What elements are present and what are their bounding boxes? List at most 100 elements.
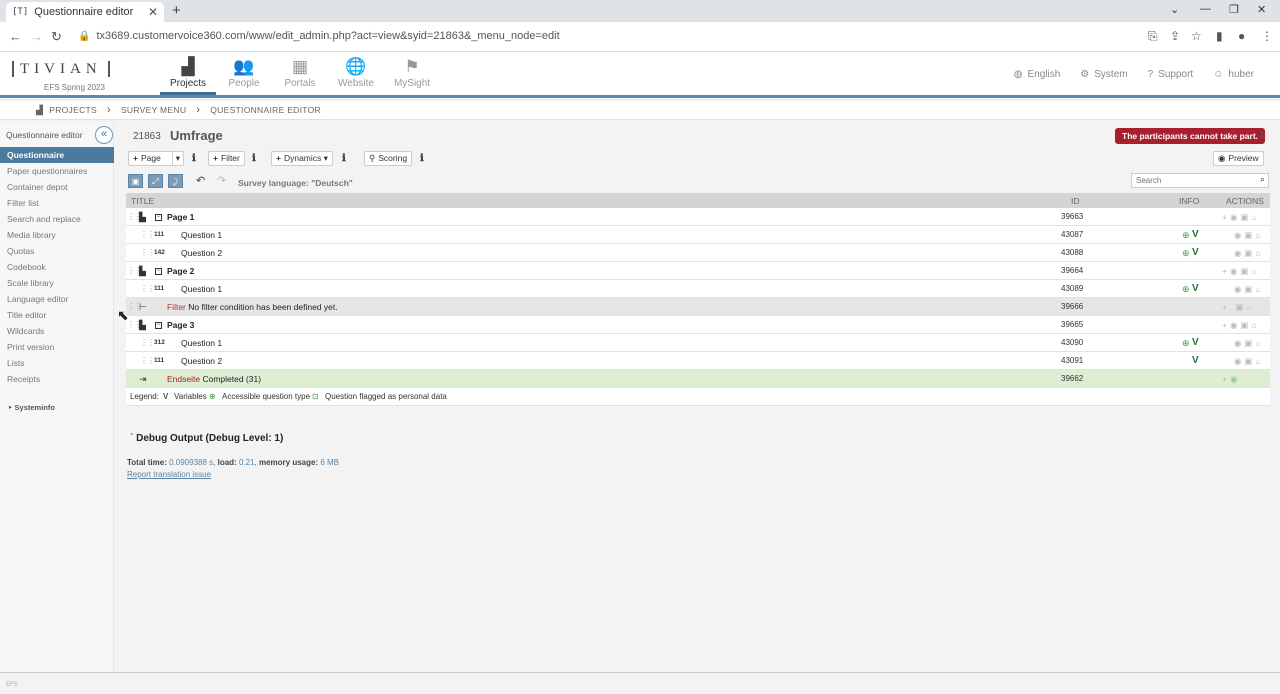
variables-icon[interactable]: V bbox=[1192, 247, 1199, 258]
drag-handle-icon[interactable]: ⋮⋮ bbox=[140, 248, 155, 257]
table-row[interactable]: ⋮⋮ 111 Question 1 43089 ⊕ V ◉▣⌂ bbox=[126, 280, 1270, 298]
profile-icon[interactable]: ● bbox=[1238, 29, 1245, 43]
support-menu[interactable]: ? Support bbox=[1148, 69, 1194, 80]
table-row[interactable]: ⋮⋮ 111 Question 2 43091 V ◉▣⌂ bbox=[126, 352, 1270, 370]
chevron-down-icon[interactable]: ⌄ bbox=[1170, 3, 1179, 16]
preview-button[interactable]: ◉ Preview bbox=[1213, 151, 1264, 166]
language-menu[interactable]: ◍ English bbox=[1014, 69, 1061, 80]
info-icon[interactable]: ℹ bbox=[192, 153, 196, 164]
systeminfo-toggle[interactable]: ‣ Systeminfo bbox=[8, 403, 55, 412]
search-input[interactable] bbox=[1132, 174, 1252, 187]
report-translation-link[interactable]: Report translation issue bbox=[127, 470, 211, 479]
row-actions[interactable]: + ▣⌂ bbox=[1222, 302, 1255, 313]
variables-icon[interactable]: V bbox=[1192, 229, 1199, 240]
question-label[interactable]: Question 1 bbox=[181, 230, 222, 240]
row-actions[interactable]: +◉▣⌂ bbox=[1222, 266, 1260, 277]
info-icon[interactable]: ℹ bbox=[1260, 130, 1264, 141]
collapse-sidebar-button[interactable]: « bbox=[95, 126, 113, 144]
debug-toggle[interactable]: ˙ Debug Output (Debug Level: 1) bbox=[130, 433, 283, 444]
sidebar-item-quotas[interactable]: Quotas bbox=[0, 243, 114, 259]
expand-icon[interactable]: ⤢ bbox=[148, 174, 163, 188]
variables-icon[interactable]: V bbox=[1192, 355, 1199, 366]
row-actions[interactable]: ◉▣⌂ bbox=[1234, 356, 1264, 367]
sidebar-item-container-depot[interactable]: Container depot bbox=[0, 179, 114, 195]
breadcrumb-survey-menu[interactable]: SURVEY MENU bbox=[121, 105, 186, 115]
sidebar-item-print-version[interactable]: Print version bbox=[0, 339, 114, 355]
share-icon[interactable]: ⇪ bbox=[1170, 29, 1180, 43]
row-actions[interactable]: +◉ bbox=[1222, 374, 1240, 385]
sidebar-item-questionnaire[interactable]: Questionnaire bbox=[0, 147, 114, 163]
reload-icon[interactable]: ↻ bbox=[51, 29, 62, 45]
collapse-icon[interactable]: − bbox=[155, 214, 162, 221]
add-page-button[interactable]: + Page ▾ bbox=[128, 151, 184, 166]
system-menu[interactable]: ⚙ System bbox=[1080, 69, 1127, 80]
table-row[interactable]: ⇥ Endseite Completed (31) 39662 +◉ bbox=[126, 370, 1270, 388]
question-label[interactable]: Question 2 bbox=[181, 248, 222, 258]
sidebar-item-scale-library[interactable]: Scale library bbox=[0, 275, 114, 291]
nav-projects[interactable]: ▟ Projects bbox=[160, 56, 216, 95]
row-actions[interactable]: +◉▣⌂ bbox=[1222, 212, 1260, 223]
table-row[interactable]: ⋮⋮ ▙ − Page 3 39665 +◉▣⌂ bbox=[126, 316, 1270, 334]
add-filter-button[interactable]: + Filter bbox=[208, 151, 245, 166]
close-window-icon[interactable]: ✕ bbox=[1257, 3, 1266, 16]
drag-handle-icon[interactable]: ⋮⋮ bbox=[140, 356, 155, 365]
row-actions[interactable]: ◉▣⌂ bbox=[1234, 338, 1264, 349]
table-row[interactable]: ⋮⋮ ▙ − Page 1 39663 +◉▣⌂ bbox=[126, 208, 1270, 226]
sidebar-item-lists[interactable]: Lists bbox=[0, 355, 114, 371]
collapse-icon[interactable]: − bbox=[155, 322, 162, 329]
restore-icon[interactable]: ❐ bbox=[1229, 3, 1239, 16]
menu-icon[interactable]: ⋮ bbox=[1261, 29, 1273, 43]
sidebar-item-language-editor[interactable]: Language editor bbox=[0, 291, 114, 307]
nav-portals[interactable]: ▦ Portals bbox=[272, 56, 328, 95]
info-icon[interactable]: ℹ bbox=[342, 153, 346, 164]
page-label[interactable]: Page 3 bbox=[167, 320, 194, 330]
sidebar-item-paper-questionnaires[interactable]: Paper questionnaires bbox=[0, 163, 114, 179]
drag-handle-icon[interactable]: ⋮⋮ bbox=[140, 284, 155, 293]
table-row[interactable]: ⋮⋮ 111 Question 1 43087 ⊕ V ◉▣⌂ bbox=[126, 226, 1270, 244]
nav-mysight[interactable]: ⚑ MySight bbox=[384, 56, 440, 95]
tivian-logo[interactable]: TIVIAN bbox=[12, 61, 110, 77]
search-icon[interactable]: ⌕ bbox=[1260, 174, 1265, 185]
close-icon[interactable]: ✕ bbox=[148, 5, 158, 19]
page-label[interactable]: Page 2 bbox=[167, 266, 194, 276]
table-row[interactable]: ⋮⋮ ▙ − Page 2 39664 +◉▣⌂ bbox=[126, 262, 1270, 280]
table-row[interactable]: ⋮⋮ ⊢ Filter No filter condition has been… bbox=[126, 298, 1270, 316]
end-page-label[interactable]: Endseite Completed (31) bbox=[167, 374, 261, 384]
forward-icon[interactable]: → bbox=[30, 29, 43, 44]
status-badge[interactable]: The participants cannot take part. bbox=[1115, 128, 1266, 144]
redo-icon[interactable]: ↷ bbox=[217, 174, 226, 187]
row-actions[interactable]: ◉▣⌂ bbox=[1234, 248, 1264, 259]
undo-icon[interactable]: ↶ bbox=[196, 174, 205, 187]
sidebar-item-wildcards[interactable]: Wildcards bbox=[0, 323, 114, 339]
new-tab-icon[interactable]: + bbox=[172, 2, 181, 19]
url-field[interactable]: 🔒 tx3689.customervoice360.com/www/edit_ad… bbox=[78, 30, 560, 42]
row-actions[interactable]: +◉▣⌂ bbox=[1222, 320, 1260, 331]
drag-handle-icon[interactable]: ⋮⋮ bbox=[140, 230, 155, 239]
browser-tab[interactable]: [T] Questionnaire editor ✕ bbox=[6, 2, 164, 22]
sidebar-item-filter-list[interactable]: Filter list bbox=[0, 195, 114, 211]
row-actions[interactable]: ◉▣⌂ bbox=[1234, 230, 1264, 241]
dynamics-dropdown[interactable]: + Dynamics ▾ bbox=[271, 151, 333, 166]
question-label[interactable]: Question 1 bbox=[181, 284, 222, 294]
sidebar-item-media-library[interactable]: Media library bbox=[0, 227, 114, 243]
filter-flow-icon[interactable]: ⤸ bbox=[168, 174, 183, 188]
variables-icon[interactable]: V bbox=[1192, 283, 1199, 294]
sidebar-item-title-editor[interactable]: Title editor bbox=[0, 307, 114, 323]
table-row[interactable]: ⋮⋮ 312 Question 1 43090 ⊕ V ◉▣⌂ bbox=[126, 334, 1270, 352]
sidepanel-icon[interactable]: ▮ bbox=[1216, 29, 1223, 43]
breadcrumb-projects[interactable]: PROJECTS bbox=[49, 105, 97, 115]
question-label[interactable]: Question 2 bbox=[181, 356, 222, 366]
page-label[interactable]: Page 1 bbox=[167, 212, 194, 222]
translate-icon[interactable]: ⎘ bbox=[1148, 29, 1158, 44]
user-menu[interactable]: ☺ huber bbox=[1213, 69, 1254, 80]
collapse-icon[interactable]: − bbox=[155, 268, 162, 275]
info-icon[interactable]: ℹ bbox=[252, 153, 256, 164]
breadcrumb-questionnaire-editor[interactable]: QUESTIONNAIRE EDITOR bbox=[210, 105, 321, 115]
row-actions[interactable]: ◉▣⌂ bbox=[1234, 284, 1264, 295]
filter-description[interactable]: Filter No filter condition has been defi… bbox=[167, 302, 338, 312]
sidebar-item-codebook[interactable]: Codebook bbox=[0, 259, 114, 275]
drag-handle-icon[interactable]: ⋮⋮ bbox=[140, 338, 155, 347]
back-icon[interactable]: ← bbox=[9, 29, 22, 44]
variables-icon[interactable]: V bbox=[1192, 337, 1199, 348]
star-icon[interactable]: ☆ bbox=[1191, 29, 1202, 43]
